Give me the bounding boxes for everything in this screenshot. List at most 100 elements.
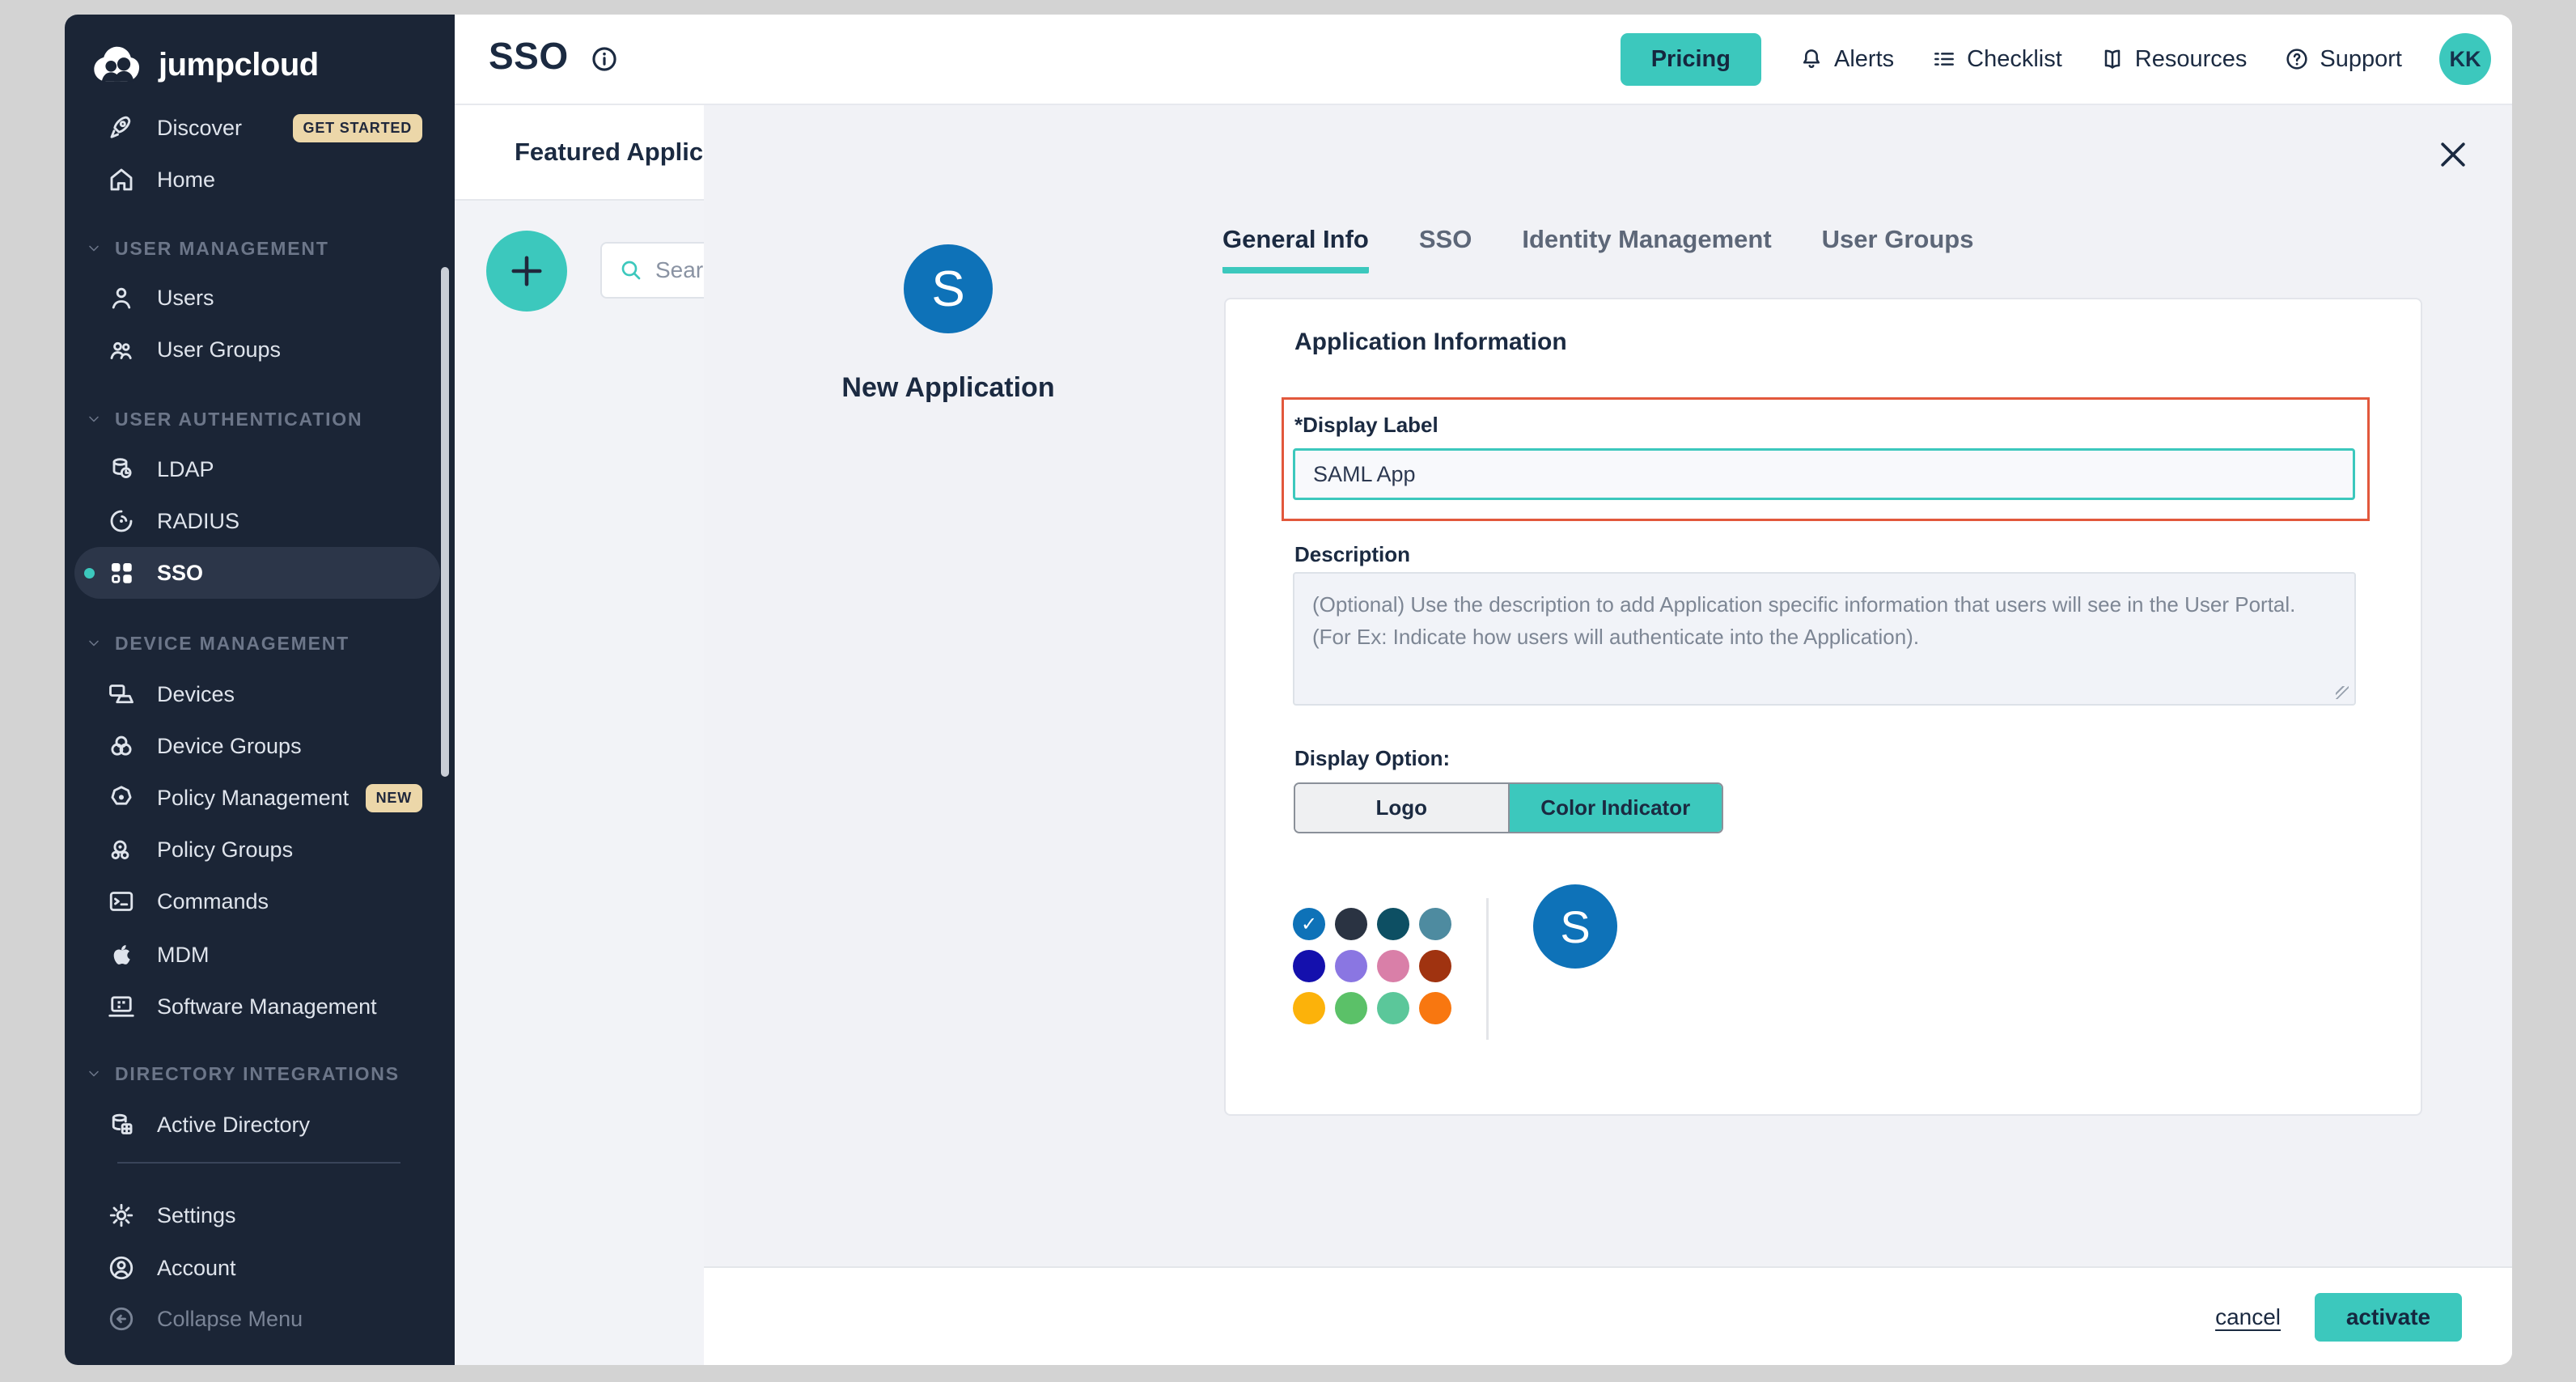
pricing-button[interactable]: Pricing xyxy=(1621,33,1761,86)
sidebar-item-collapse-menu[interactable]: Collapse Menu xyxy=(65,1293,455,1345)
section-header-device-management[interactable]: DEVICE MANAGEMENT xyxy=(65,623,455,663)
color-swatch[interactable] xyxy=(1377,908,1409,940)
get-started-badge: GET STARTED xyxy=(293,114,422,142)
logo-option[interactable]: Logo xyxy=(1295,784,1510,832)
sidebar-item-radius[interactable]: RADIUS xyxy=(65,495,455,547)
color-swatch[interactable] xyxy=(1377,950,1409,982)
add-application-button[interactable] xyxy=(486,231,567,312)
application-information-card: Application Information *Display Label D… xyxy=(1224,298,2422,1116)
rocket-icon xyxy=(107,113,136,142)
topbar: SSO Pricing Alerts Checklist Resources S… xyxy=(455,15,2512,105)
sidebar-item-label: Discover xyxy=(157,116,242,141)
display-label-input[interactable] xyxy=(1293,448,2355,500)
gear-icon xyxy=(107,1201,136,1230)
sidebar-item-settings[interactable]: Settings xyxy=(65,1189,455,1241)
application-avatar: S xyxy=(904,244,993,333)
sidebar-item-devices[interactable]: Devices xyxy=(65,668,455,720)
section-header-user-authentication[interactable]: USER AUTHENTICATION xyxy=(65,399,455,439)
apple-icon xyxy=(107,940,136,969)
color-swatch[interactable] xyxy=(1419,992,1451,1024)
user-icon xyxy=(107,283,136,312)
color-swatch[interactable] xyxy=(1335,950,1367,982)
tab-sso[interactable]: SSO xyxy=(1419,225,1472,273)
card-title: Application Information xyxy=(1294,329,1567,356)
color-swatch[interactable] xyxy=(1377,992,1409,1024)
textarea-resize-handle[interactable] xyxy=(2336,686,2349,699)
display-label-label: *Display Label xyxy=(1294,413,1438,438)
radar-icon xyxy=(107,507,136,536)
grid-icon xyxy=(107,558,136,587)
laptop-apps-icon xyxy=(107,992,136,1021)
sidebar: jumpcloud Discover GET STARTED Home USER… xyxy=(65,15,455,1365)
page-title: SSO xyxy=(489,34,569,78)
section-header-directory-integrations[interactable]: DIRECTORY INTEGRATIONS xyxy=(65,1053,455,1094)
color-swatch-grid: ✓ xyxy=(1293,908,1451,1024)
sidebar-item-policy-management[interactable]: Policy Management NEW xyxy=(65,772,455,824)
sidebar-item-users[interactable]: Users xyxy=(65,272,455,324)
info-icon[interactable] xyxy=(588,43,621,75)
display-option-label: Display Option: xyxy=(1294,746,1450,771)
help-icon xyxy=(2284,46,2310,72)
chevron-down-icon xyxy=(86,635,102,651)
sidebar-item-account[interactable]: Account xyxy=(65,1242,455,1294)
sidebar-item-device-groups[interactable]: Device Groups xyxy=(65,720,455,772)
new-application-modal: S New Application General Info SSO Ident… xyxy=(704,105,2512,1365)
application-name: New Application xyxy=(746,372,1150,404)
color-swatch-selected[interactable]: ✓ xyxy=(1293,908,1325,940)
sidebar-item-mdm[interactable]: MDM xyxy=(65,929,455,981)
close-icon[interactable] xyxy=(2430,132,2476,177)
collapse-arrow-icon xyxy=(107,1304,136,1333)
database-clock-icon xyxy=(107,455,136,484)
sidebar-item-software-management[interactable]: Software Management xyxy=(65,981,455,1032)
sidebar-item-sso[interactable]: SSO xyxy=(65,547,455,599)
logo-wordmark: jumpcloud xyxy=(159,47,319,83)
cloud-logo-icon xyxy=(89,42,150,88)
chevron-down-icon xyxy=(86,1066,102,1082)
devices-icon xyxy=(107,680,136,709)
color-swatch[interactable] xyxy=(1419,950,1451,982)
account-icon xyxy=(107,1253,136,1282)
color-swatch[interactable] xyxy=(1293,950,1325,982)
description-textarea[interactable] xyxy=(1293,572,2356,706)
color-swatch[interactable] xyxy=(1293,992,1325,1024)
modal-tabs: General Info SSO Identity Management Use… xyxy=(1222,225,1973,273)
sidebar-item-user-groups[interactable]: User Groups xyxy=(65,324,455,375)
user-avatar[interactable]: KK xyxy=(2439,33,2491,85)
jumpcloud-logo[interactable]: jumpcloud xyxy=(89,42,319,88)
support-button[interactable]: Support xyxy=(2284,46,2402,73)
check-icon: ✓ xyxy=(1301,913,1317,936)
color-preview-avatar: S xyxy=(1533,884,1617,969)
sidebar-item-home[interactable]: Home xyxy=(65,154,455,206)
color-swatch[interactable] xyxy=(1419,908,1451,940)
checklist-button[interactable]: Checklist xyxy=(1931,46,2062,73)
app-window: jumpcloud Discover GET STARTED Home USER… xyxy=(65,15,2512,1365)
tab-user-groups[interactable]: User Groups xyxy=(1822,225,1974,273)
sidebar-item-ldap[interactable]: LDAP xyxy=(65,443,455,495)
color-swatch[interactable] xyxy=(1335,908,1367,940)
book-icon xyxy=(2099,46,2125,72)
resources-button[interactable]: Resources xyxy=(2099,46,2248,73)
sidebar-divider xyxy=(117,1162,400,1164)
color-swatch[interactable] xyxy=(1335,992,1367,1024)
sidebar-scrollbar[interactable] xyxy=(441,267,449,777)
display-option-toggle: Logo Color Indicator xyxy=(1294,782,1723,833)
home-icon xyxy=(107,165,136,194)
sidebar-item-commands[interactable]: Commands xyxy=(65,875,455,927)
topbar-actions: Pricing Alerts Checklist Resources Suppo… xyxy=(1621,15,2491,104)
cancel-button[interactable]: cancel xyxy=(2215,1304,2281,1330)
tab-general-info[interactable]: General Info xyxy=(1222,225,1369,273)
description-label: Description xyxy=(1294,542,1410,567)
color-indicator-option[interactable]: Color Indicator xyxy=(1510,784,1722,832)
sidebar-item-active-directory[interactable]: Active Directory xyxy=(65,1099,455,1151)
tab-identity-management[interactable]: Identity Management xyxy=(1522,225,1771,273)
new-badge: NEW xyxy=(366,784,422,812)
sidebar-item-policy-groups[interactable]: Policy Groups xyxy=(65,824,455,875)
alerts-button[interactable]: Alerts xyxy=(1799,46,1894,73)
section-header-user-management[interactable]: USER MANAGEMENT xyxy=(65,228,455,269)
venn-circles-icon xyxy=(107,731,136,761)
sidebar-item-discover[interactable]: Discover GET STARTED xyxy=(65,102,455,154)
modal-footer: cancel activate xyxy=(704,1266,2512,1365)
database-windows-icon xyxy=(107,1110,136,1139)
activate-button[interactable]: activate xyxy=(2315,1293,2462,1342)
bell-icon xyxy=(1799,46,1824,72)
